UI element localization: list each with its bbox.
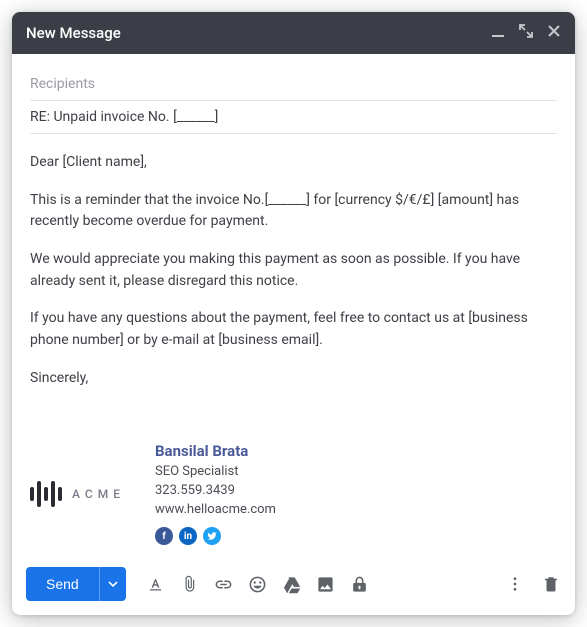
image-icon[interactable] bbox=[316, 574, 336, 594]
sender-phone: 323.559.3439 bbox=[155, 482, 276, 501]
discard-icon[interactable] bbox=[541, 574, 561, 594]
text-format-icon[interactable] bbox=[146, 574, 166, 594]
send-button-group: Send bbox=[26, 567, 126, 601]
linkedin-icon[interactable]: in bbox=[179, 527, 197, 545]
message-body[interactable]: Dear [Client name], This is a reminder t… bbox=[12, 134, 575, 434]
titlebar: New Message bbox=[12, 12, 575, 54]
header-fields: Recipients RE: Unpaid invoice No. [_____… bbox=[12, 54, 575, 134]
sender-website: www.helloacme.com bbox=[155, 501, 276, 520]
link-icon[interactable] bbox=[214, 574, 234, 594]
minimize-icon[interactable] bbox=[491, 24, 505, 42]
body-paragraph: Dear [Client name], bbox=[30, 152, 557, 174]
compose-toolbar: Send bbox=[12, 555, 575, 615]
facebook-icon[interactable]: f bbox=[155, 527, 173, 545]
body-paragraph: Sincerely, bbox=[30, 368, 557, 390]
social-links: f in bbox=[155, 527, 276, 545]
compose-window: New Message Recipients RE: Unpaid invoic… bbox=[12, 12, 575, 615]
twitter-icon[interactable] bbox=[203, 527, 221, 545]
emoji-icon[interactable] bbox=[248, 574, 268, 594]
more-options-icon[interactable] bbox=[505, 574, 525, 594]
maximize-icon[interactable] bbox=[519, 24, 533, 42]
send-options-button[interactable] bbox=[99, 567, 126, 601]
attach-icon[interactable] bbox=[180, 574, 200, 594]
subject-field[interactable]: RE: Unpaid invoice No. [______] bbox=[30, 101, 557, 134]
window-controls bbox=[491, 24, 561, 42]
recipients-field[interactable]: Recipients bbox=[30, 68, 557, 101]
window-title: New Message bbox=[26, 24, 491, 42]
format-icons bbox=[146, 574, 370, 594]
logo-mark-icon bbox=[30, 477, 62, 511]
toolbar-right bbox=[505, 574, 561, 594]
close-icon[interactable] bbox=[547, 24, 561, 42]
drive-icon[interactable] bbox=[282, 574, 302, 594]
sender-role: SEO Specialist bbox=[155, 463, 276, 482]
company-logo: ACME bbox=[30, 477, 125, 511]
signature-block: ACME Bansilal Brata SEO Specialist 323.5… bbox=[12, 434, 575, 555]
body-paragraph: We would appreciate you making this paym… bbox=[30, 249, 557, 292]
body-paragraph: If you have any questions about the paym… bbox=[30, 308, 557, 351]
confidential-icon[interactable] bbox=[350, 574, 370, 594]
chevron-down-icon bbox=[108, 579, 118, 589]
signature-text: Bansilal Brata SEO Specialist 323.559.34… bbox=[155, 442, 276, 545]
body-paragraph: This is a reminder that the invoice No.[… bbox=[30, 190, 557, 233]
sender-name: Bansilal Brata bbox=[155, 442, 276, 460]
brand-name: ACME bbox=[72, 487, 125, 501]
send-button[interactable]: Send bbox=[26, 567, 99, 601]
